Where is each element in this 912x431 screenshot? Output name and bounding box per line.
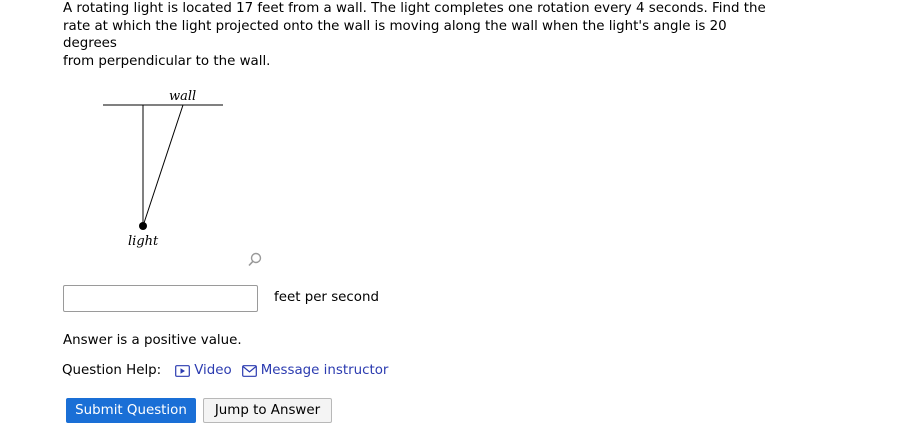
units-label: feet per second [274,290,379,305]
answer-input[interactable] [63,285,258,312]
answer-hint: Answer is a positive value. [63,333,242,348]
envelope-icon [241,364,257,377]
video-link[interactable]: Video [175,363,232,378]
question-text: A rotating light is located 17 feet from… [63,0,783,70]
video-link-label: Video [194,363,232,378]
submit-question-button[interactable]: Submit Question [66,398,196,423]
light-label: light [128,234,159,249]
question-help-label: Question Help: [62,363,162,378]
question-line-3: from perpendicular to the wall. [63,53,271,69]
light-beam-line [142,104,184,227]
message-instructor-label: Message instructor [260,363,389,378]
question-line-1: A rotating light is located 17 feet from… [63,1,766,16]
message-instructor-link[interactable]: Message instructor [241,363,389,378]
wall-label: wall [169,89,196,104]
light-source-dot [139,222,147,230]
magnify-icon[interactable] [246,251,264,269]
question-help-row: Question Help: Video Message instructor [62,363,388,378]
jump-to-answer-button[interactable]: Jump to Answer [203,398,332,423]
question-line-2: rate at which the light projected onto t… [63,18,727,52]
rotating-light-diagram: wall light [103,89,223,249]
video-icon [175,364,191,377]
